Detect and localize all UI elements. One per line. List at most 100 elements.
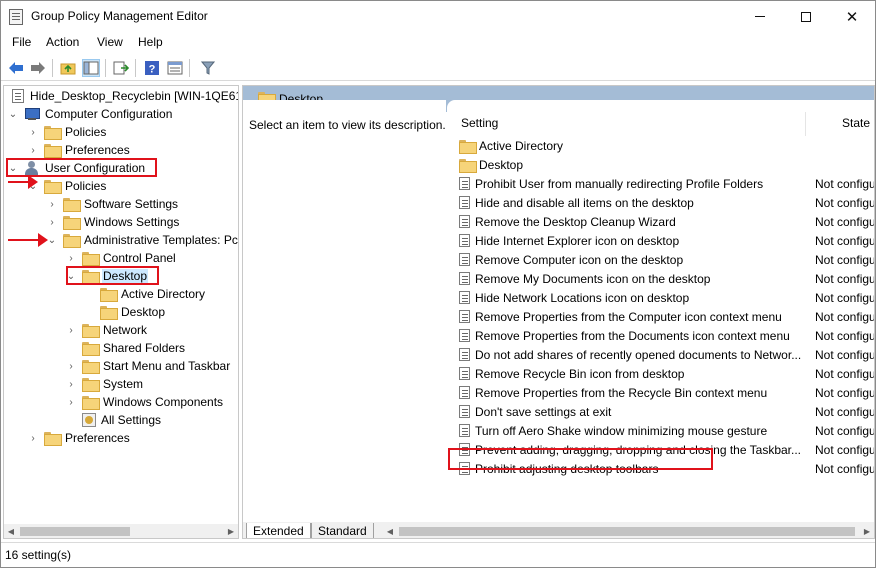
tree-item-all-settings[interactable]: All Settings <box>76 411 162 429</box>
setting-row[interactable]: Prohibit adjusting desktop toolbars Not c… <box>457 459 874 478</box>
tree-item-windows-settings[interactable]: › Windows Settings <box>47 213 180 231</box>
tree-item-cc-policies[interactable]: › Policies <box>28 123 107 141</box>
setting-row[interactable]: Remove the Desktop Cleanup Wizard Not con… <box>457 212 874 231</box>
annotation-arrow-admin-templates <box>8 233 48 247</box>
tree-item-windows-components[interactable]: › Windows Components <box>66 393 224 411</box>
chevron-right-icon[interactable]: › <box>66 393 76 411</box>
list-horizontal-scrollbar[interactable]: ◀ ▶ <box>383 524 874 538</box>
folder-icon <box>459 158 477 173</box>
setting-row[interactable]: Do not add shares of recently opened doc… <box>457 345 874 364</box>
back-button[interactable] <box>7 59 25 77</box>
status-text: 16 setting(s) <box>5 548 72 562</box>
folder-icon <box>63 234 81 248</box>
tree-item-control-panel[interactable]: › Control Panel <box>66 249 177 267</box>
setting-row[interactable]: Remove Properties from the Documents ico… <box>457 326 874 345</box>
policy-setting-icon <box>459 424 470 437</box>
folder-icon <box>459 139 477 154</box>
folder-list-item[interactable]: Active Directory <box>457 136 816 155</box>
folder-list-item[interactable]: Desktop <box>457 155 816 174</box>
chevron-right-icon[interactable]: › <box>47 195 57 213</box>
tab-standard[interactable]: Standard <box>311 523 374 538</box>
chevron-right-icon[interactable]: › <box>28 141 38 159</box>
column-header-setting[interactable]: Setting <box>461 116 498 130</box>
menu-help[interactable]: Help <box>138 35 163 49</box>
setting-row[interactable]: Remove My Documents icon on the desktop N… <box>457 269 874 288</box>
minimize-button[interactable] <box>737 1 783 32</box>
tree-item-user-configuration[interactable]: ⌄ User Configuration <box>8 159 146 177</box>
tree-item-network[interactable]: › Network <box>66 321 148 339</box>
chevron-right-icon[interactable]: › <box>28 429 38 447</box>
menu-view[interactable]: View <box>97 35 123 49</box>
chevron-down-icon[interactable]: ⌄ <box>66 267 76 285</box>
tree-item-start-menu[interactable]: › Start Menu and Taskbar <box>66 357 231 375</box>
export-list-button[interactable] <box>112 59 130 77</box>
tree-item-root[interactable]: Hide_Desktop_Recyclebin [WIN-1QE617 <box>6 87 238 105</box>
help-button[interactable]: ? <box>143 59 161 77</box>
setting-row[interactable]: Hide and disable all items on the deskto… <box>457 193 874 212</box>
chevron-right-icon[interactable]: › <box>66 375 76 393</box>
setting-row[interactable]: Remove Computer icon on the desktop Not c… <box>457 250 874 269</box>
setting-row[interactable]: Prevent adding, dragging, dropping and c… <box>457 440 874 459</box>
chevron-down-icon[interactable]: ⌄ <box>28 177 38 195</box>
column-header-state[interactable]: State <box>842 116 870 130</box>
setting-name: Don't save settings at exit <box>475 404 612 419</box>
forward-button[interactable] <box>29 59 47 77</box>
scroll-right-icon[interactable]: ▶ <box>860 524 874 538</box>
tree-label: Windows Components <box>103 395 224 409</box>
maximize-button[interactable] <box>783 1 829 32</box>
menu-file[interactable]: File <box>12 35 31 49</box>
chevron-down-icon[interactable]: ⌄ <box>47 231 57 249</box>
tree-label: Preferences <box>65 431 130 445</box>
chevron-right-icon[interactable]: › <box>47 213 57 231</box>
scrollbar-thumb[interactable] <box>20 527 130 536</box>
tree-horizontal-scrollbar[interactable]: ◀ ▶ <box>4 524 238 538</box>
tree-item-desktop-sub[interactable]: Desktop <box>94 303 166 321</box>
chevron-right-icon[interactable]: › <box>66 249 76 267</box>
tree-item-uc-policies[interactable]: ⌄ Policies <box>28 177 107 195</box>
setting-name: Prohibit adjusting desktop toolbars <box>475 461 659 476</box>
scroll-left-icon[interactable]: ◀ <box>4 524 18 538</box>
tree-item-administrative-templates[interactable]: ⌄ Administrative Templates: Pc <box>47 231 238 249</box>
tree-item-cc-preferences[interactable]: › Preferences <box>28 141 131 159</box>
setting-row[interactable]: Hide Network Locations icon on desktop No… <box>457 288 874 307</box>
tree-label: All Settings <box>101 413 162 427</box>
scrollbar-thumb[interactable] <box>399 527 855 536</box>
chevron-right-icon[interactable]: › <box>28 123 38 141</box>
folder-icon <box>82 270 100 284</box>
setting-row[interactable]: Remove Properties from the Recycle Bin c… <box>457 383 874 402</box>
setting-row[interactable]: Prohibit User from manually redirecting … <box>457 174 874 193</box>
show-hide-console-tree-button[interactable] <box>82 59 100 77</box>
tree-item-shared-folders[interactable]: Shared Folders <box>76 339 186 357</box>
setting-row[interactable]: Don't save settings at exit Not configu <box>457 402 874 421</box>
up-folder-icon <box>60 63 76 75</box>
folder-icon <box>82 342 100 356</box>
setting-name: Remove Computer icon on the desktop <box>475 252 684 267</box>
setting-name: Remove My Documents icon on the desktop <box>475 271 711 286</box>
setting-row[interactable]: Remove Properties from the Computer icon… <box>457 307 874 326</box>
setting-row[interactable]: Hide Internet Explorer icon on desktop No… <box>457 231 874 250</box>
column-separator[interactable] <box>805 112 806 136</box>
up-one-level-button[interactable] <box>59 59 77 77</box>
filter-button[interactable] <box>199 59 217 77</box>
properties-button[interactable] <box>166 59 184 77</box>
chevron-down-icon[interactable]: ⌄ <box>8 159 18 177</box>
setting-row[interactable]: Turn off Aero Shake window minimizing mo… <box>457 421 874 440</box>
tree-item-system[interactable]: › System <box>66 375 144 393</box>
policy-setting-icon <box>459 405 470 418</box>
chevron-right-icon[interactable]: › <box>66 357 76 375</box>
tree-item-desktop[interactable]: ⌄ Desktop <box>66 267 149 285</box>
tree-label: Desktop <box>121 305 166 319</box>
app-icon <box>9 9 23 25</box>
tree-item-active-directory[interactable]: Active Directory <box>94 285 206 303</box>
tree-item-computer-configuration[interactable]: ⌄ Computer Configuration <box>8 105 173 123</box>
chevron-right-icon[interactable]: › <box>66 321 76 339</box>
tab-extended[interactable]: Extended <box>246 523 311 538</box>
scroll-right-icon[interactable]: ▶ <box>224 524 238 538</box>
tree-item-uc-preferences[interactable]: › Preferences <box>28 429 131 447</box>
scroll-left-icon[interactable]: ◀ <box>383 524 397 538</box>
tree-item-software-settings[interactable]: › Software Settings <box>47 195 179 213</box>
menu-action[interactable]: Action <box>46 35 79 49</box>
chevron-down-icon[interactable]: ⌄ <box>8 105 18 123</box>
close-button[interactable]: ✕ <box>829 1 875 32</box>
setting-row[interactable]: Remove Recycle Bin icon from desktop Not … <box>457 364 874 383</box>
